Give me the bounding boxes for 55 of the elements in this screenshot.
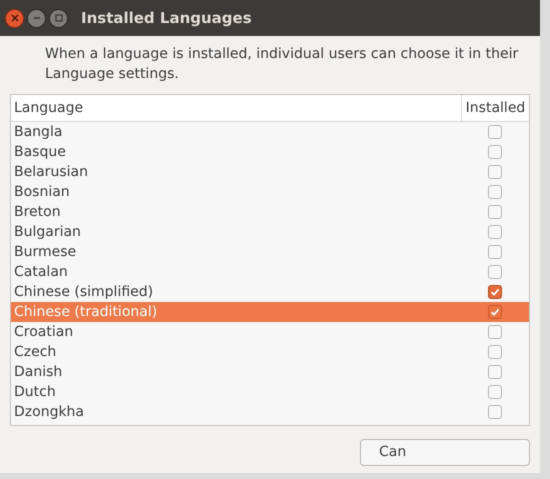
table-row[interactable]: Breton xyxy=(11,202,529,222)
language-name: Croatian xyxy=(13,323,74,342)
checkbox[interactable] xyxy=(488,165,502,179)
checkbox[interactable] xyxy=(488,265,502,279)
checkbox[interactable] xyxy=(488,325,502,339)
close-button[interactable] xyxy=(5,8,24,28)
table-row[interactable]: Croatian xyxy=(11,322,529,342)
table-row[interactable]: Burmese xyxy=(11,242,529,262)
table-row[interactable]: Catalan xyxy=(11,262,529,282)
table-row[interactable]: Dutch xyxy=(11,382,529,402)
language-name: Bangla xyxy=(13,123,64,142)
table-row[interactable]: Dzongkha xyxy=(11,402,529,422)
cancel-button[interactable]: Can xyxy=(360,439,530,466)
table-row[interactable]: Chinese (simplified) xyxy=(11,282,529,302)
checkbox[interactable] xyxy=(488,205,502,219)
column-header[interactable]: Installed xyxy=(461,95,529,121)
language-name: Bosnian xyxy=(13,183,71,202)
checkbox[interactable] xyxy=(488,185,502,199)
table-row[interactable]: Bangla xyxy=(11,122,529,142)
maximize-icon xyxy=(54,14,62,22)
checkbox[interactable] xyxy=(488,225,502,239)
table-row[interactable]: Bosnian xyxy=(11,182,529,202)
language-name: Burmese xyxy=(13,243,78,262)
checkbox[interactable] xyxy=(488,245,502,259)
table-row[interactable]: Czech xyxy=(11,342,529,362)
table-row[interactable]: Danish xyxy=(11,362,529,382)
window-title: Installed Languages xyxy=(81,8,252,29)
language-name: Dzongkha xyxy=(13,403,86,422)
language-name: Chinese (traditional) xyxy=(13,303,158,322)
table-row[interactable]: Bulgarian xyxy=(11,222,529,242)
checkbox[interactable] xyxy=(488,365,502,379)
close-icon xyxy=(10,14,18,22)
table-row[interactable]: Belarusian xyxy=(11,162,529,182)
language-name: Danish xyxy=(13,363,64,382)
language-name: Czech xyxy=(13,343,58,362)
language-name: Basque xyxy=(13,143,67,162)
checkbox[interactable] xyxy=(488,405,502,419)
checkbox[interactable] xyxy=(488,385,502,399)
description-text: When a language is installed, individual users can choose it in their Language settings. xyxy=(45,45,520,84)
checkbox[interactable] xyxy=(488,285,502,299)
minimize-icon xyxy=(32,14,40,22)
column-header[interactable]: Language xyxy=(11,95,461,121)
language-name: Dutch xyxy=(13,383,57,402)
language-name: Belarusian xyxy=(13,163,89,182)
checkbox[interactable] xyxy=(488,145,502,159)
checkbox[interactable] xyxy=(488,305,502,319)
table-row[interactable]: Basque xyxy=(11,142,529,162)
language-name: Bulgarian xyxy=(13,223,82,242)
minimize-button[interactable] xyxy=(27,8,46,28)
maximize-button[interactable] xyxy=(49,8,68,28)
checkbox[interactable] xyxy=(488,125,502,139)
checkbox[interactable] xyxy=(488,345,502,359)
language-name: Breton xyxy=(13,203,62,222)
language-name: Catalan xyxy=(13,263,69,282)
language-name: Chinese (simplified) xyxy=(13,283,154,302)
